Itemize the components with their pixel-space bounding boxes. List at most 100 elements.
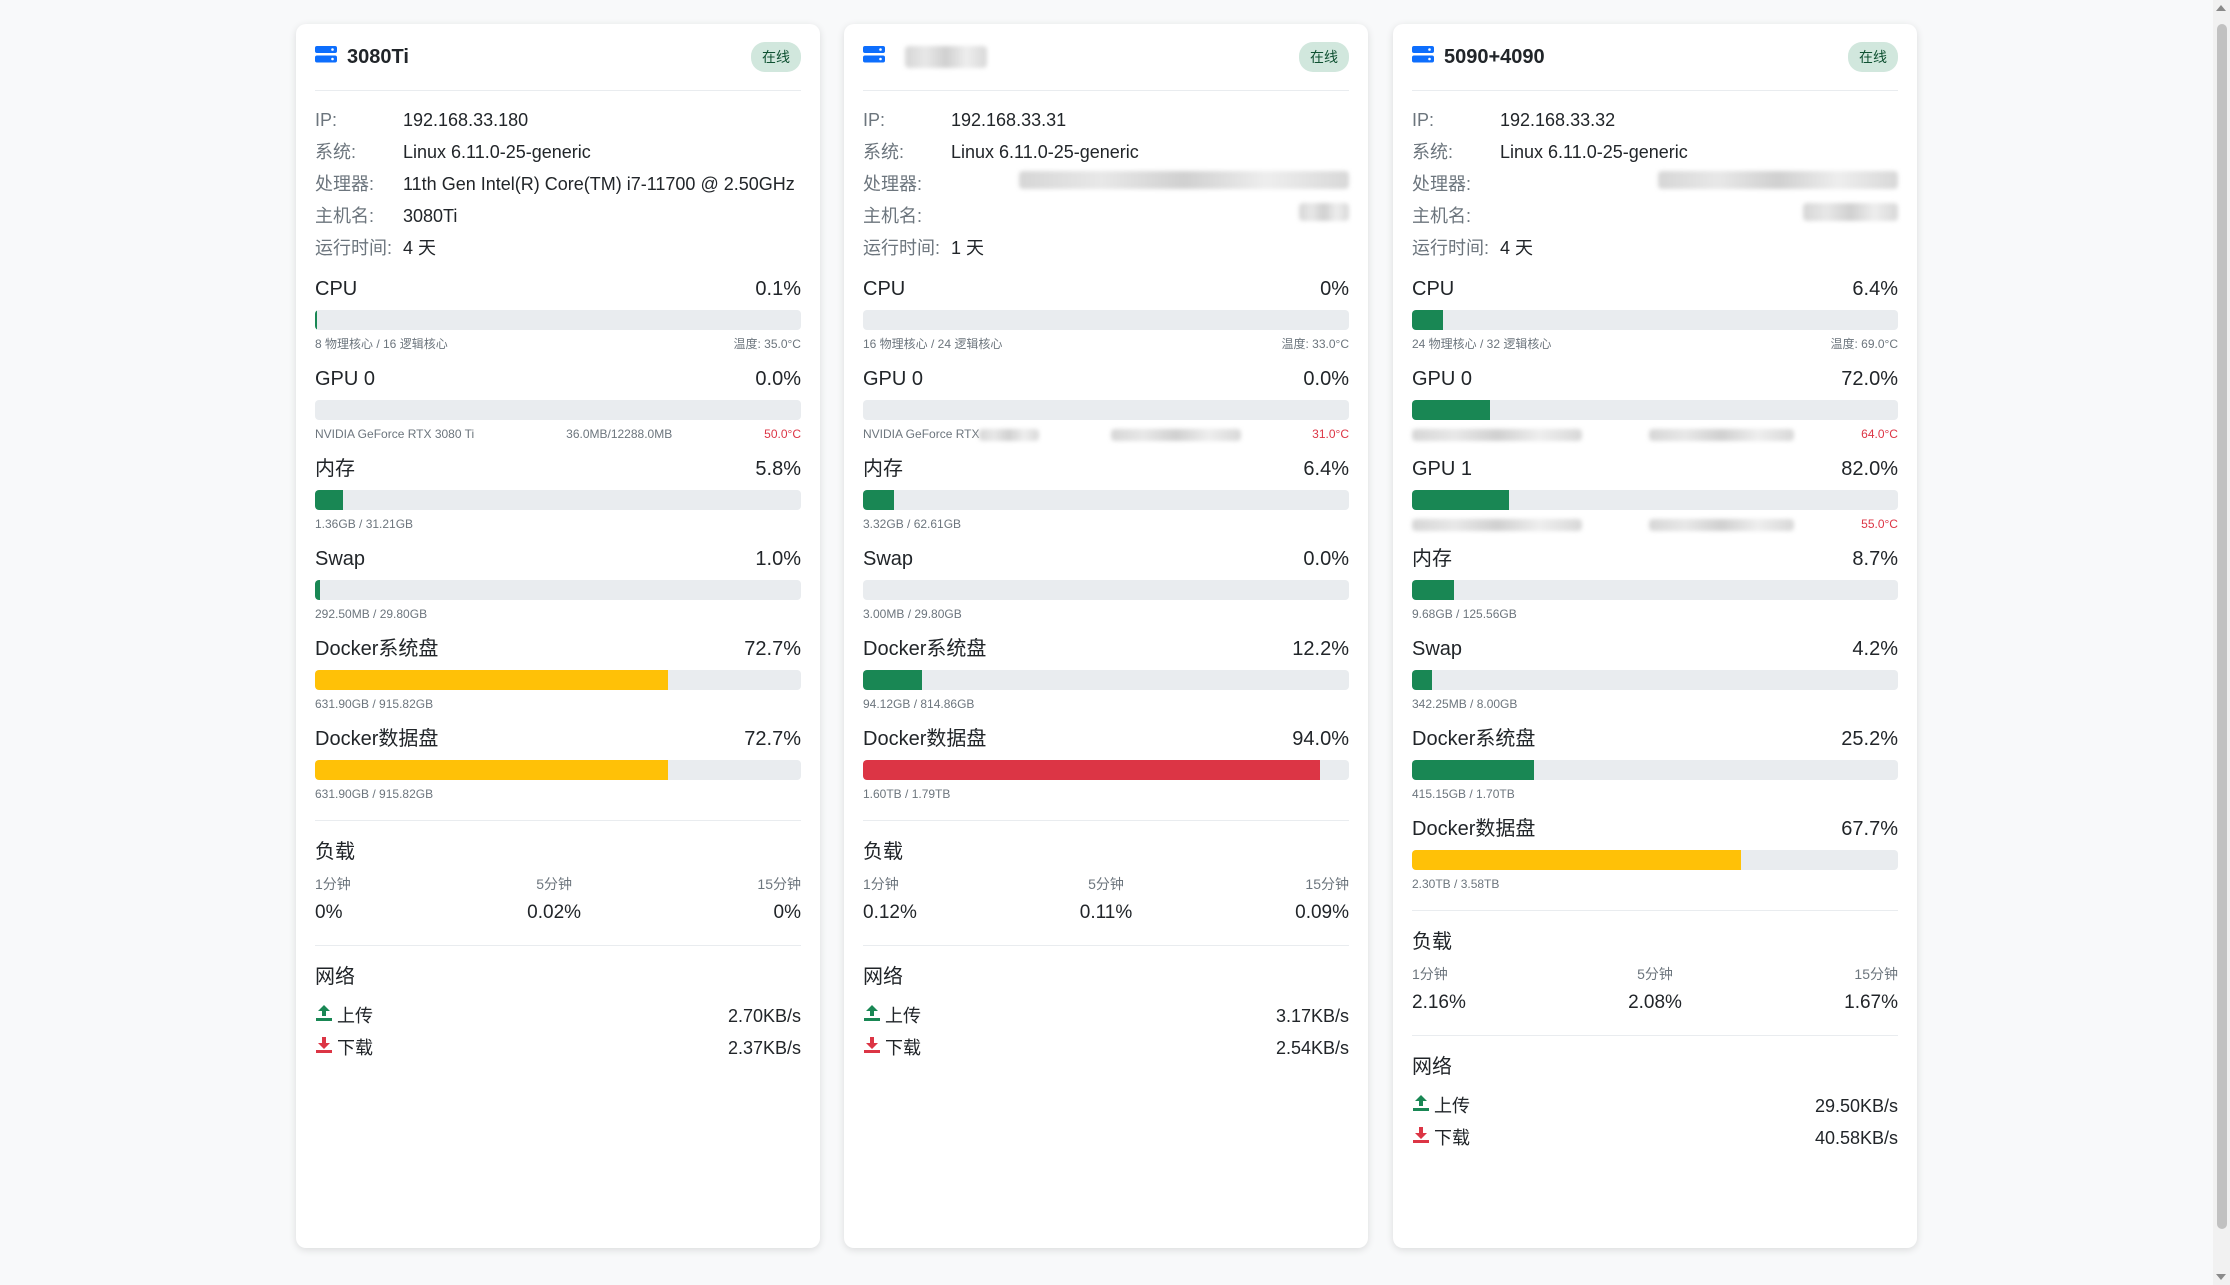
metric-docker系统盘: Docker系统盘 25.2% 415.15GB / 1.70TB [1412, 726, 1898, 802]
metric-value: 1.0% [755, 548, 801, 570]
ip-label: IP: [1412, 110, 1435, 130]
metric-name: Docker数据盘 [863, 728, 987, 750]
metric-detail-left: 9.68GB / 125.56GB [1412, 607, 1517, 621]
load-label: 15分钟 [1854, 966, 1898, 982]
metric-name: CPU [1412, 278, 1455, 300]
status-badge: 在线 [1299, 42, 1349, 72]
metric-value: 8.7% [1852, 548, 1898, 570]
redacted-text [1412, 428, 1582, 441]
progress-fill [863, 670, 923, 690]
metric-gpu-1: GPU 1 82.0% 55.0°C [1412, 456, 1898, 532]
ip-label: IP: [315, 110, 338, 130]
uptime-label: 运行时间: [1412, 238, 1490, 258]
metric-value: 4.2% [1852, 638, 1898, 660]
load-item: 15分钟 0.09% [1295, 873, 1349, 927]
server-card: 3080Ti 在线 IP: 192.168.33.180 系统: Linux 6.1… [296, 24, 820, 1248]
server-card: 在线 IP: 192.168.33.31 系统: Linux 6.11.0-25-g… [844, 24, 1368, 1248]
progress-fill [1412, 760, 1535, 780]
load-section: 负载 1分钟 2.16% 5分钟 2.08% 15分钟 1.67% [1412, 910, 1898, 1017]
metric-docker数据盘: Docker数据盘 94.0% 1.60TB / 1.79TB [863, 726, 1349, 802]
load-item: 5分钟 2.08% [1628, 963, 1682, 1017]
metric-name: Docker系统盘 [315, 638, 439, 660]
server-name: 3080Ti [347, 45, 409, 68]
scroll-up-arrow-icon[interactable] [2216, 5, 2226, 11]
download-icon [1412, 1122, 1430, 1154]
download-icon [315, 1032, 333, 1064]
metric-gpu-0: GPU 0 0.0% NVIDIA GeForce RTX 31.0°C [863, 366, 1349, 442]
metric-detail-left: 1.36GB / 31.21GB [315, 517, 414, 531]
redacted-text [979, 428, 1040, 441]
progress-track [315, 580, 801, 600]
metric-value: 5.8% [755, 458, 801, 480]
load-label: 1分钟 [1412, 966, 1448, 982]
metric-value: 82.0% [1841, 458, 1898, 480]
metric-temperature: 31.0°C [1312, 427, 1349, 441]
metric-name: Docker系统盘 [863, 638, 987, 660]
load-title: 负载 [863, 841, 903, 863]
scroll-down-arrow-icon[interactable] [2216, 1274, 2226, 1280]
metric-name: Docker数据盘 [315, 728, 439, 750]
metric-name: Swap [863, 548, 914, 570]
upload-value: 29.50KB/s [1814, 1096, 1898, 1116]
network-section: 网络 上传 3.17KB/s 下载 2.54KB/s [863, 945, 1349, 1064]
metric-name: CPU [315, 278, 358, 300]
metric-detail-left: 8 物理核心 / 16 逻辑核心 [315, 337, 448, 351]
progress-fill [315, 580, 320, 600]
progress-track [1412, 850, 1898, 870]
os-label: 系统: [863, 142, 905, 162]
load-label: 15分钟 [757, 876, 801, 892]
metric-detail-left [1412, 516, 1582, 532]
redacted-text [1658, 171, 1898, 189]
metric-detail-mid [1649, 516, 1795, 532]
metric-temperature: 64.0°C [1861, 427, 1898, 441]
metric-name: GPU 0 [863, 368, 924, 390]
progress-track [1412, 670, 1898, 690]
load-value: 1.67% [1844, 992, 1898, 1013]
metric-temperature: 55.0°C [1861, 517, 1898, 531]
status-badge: 在线 [751, 42, 801, 72]
metric-name: GPU 0 [1412, 368, 1473, 390]
load-value: 0% [315, 902, 343, 923]
metric-detail-left: 94.12GB / 814.86GB [863, 697, 975, 711]
status-badge: 在线 [1848, 42, 1898, 72]
progress-track [863, 760, 1349, 780]
download-label: 下载 [337, 1038, 373, 1058]
progress-fill [315, 760, 669, 780]
progress-fill [1412, 580, 1455, 600]
progress-track [863, 580, 1349, 600]
redacted-text [1649, 428, 1795, 441]
load-value: 0% [773, 902, 801, 923]
uptime-value: 4 天 [1500, 238, 1534, 258]
os-label: 系统: [315, 142, 357, 162]
load-label: 1分钟 [863, 876, 899, 892]
network-title: 网络 [315, 966, 355, 988]
card-header: 在线 [863, 24, 1349, 91]
upload-icon [863, 1000, 881, 1032]
os-value: Linux 6.11.0-25-generic [1500, 142, 1688, 162]
metric-detail-left: NVIDIA GeForce RTX [863, 426, 1040, 442]
network-section: 网络 上传 2.70KB/s 下载 2.37KB/s [315, 945, 801, 1064]
progress-fill [1412, 490, 1510, 510]
metric-swap: Swap 1.0% 292.50MB / 29.80GB [315, 546, 801, 622]
metric-name: CPU [863, 278, 906, 300]
metric-detail-left: 342.25MB / 8.00GB [1412, 697, 1518, 711]
redacted-text [1299, 203, 1349, 221]
hostname-label: 主机名: [1412, 206, 1472, 226]
metric-detail-left [1412, 426, 1582, 442]
uptime-label: 运行时间: [863, 238, 941, 258]
hostname-label: 主机名: [315, 206, 375, 226]
upload-label: 上传 [885, 1006, 921, 1026]
scrollbar-thumb[interactable] [2217, 24, 2227, 1229]
load-value: 0.09% [1295, 902, 1349, 923]
cpu-model-value [1500, 171, 1658, 198]
progress-track [863, 670, 1349, 690]
progress-track [863, 490, 1349, 510]
load-value: 0.12% [863, 902, 917, 923]
metric-detail-mid: 36.0MB/12288.0MB [566, 427, 673, 441]
progress-track [315, 670, 801, 690]
progress-track [315, 400, 801, 420]
ip-value: 192.168.33.31 [951, 110, 1067, 130]
progress-fill [315, 490, 344, 510]
uptime-label: 运行时间: [315, 238, 393, 258]
scrollbar[interactable] [2213, 0, 2230, 1285]
